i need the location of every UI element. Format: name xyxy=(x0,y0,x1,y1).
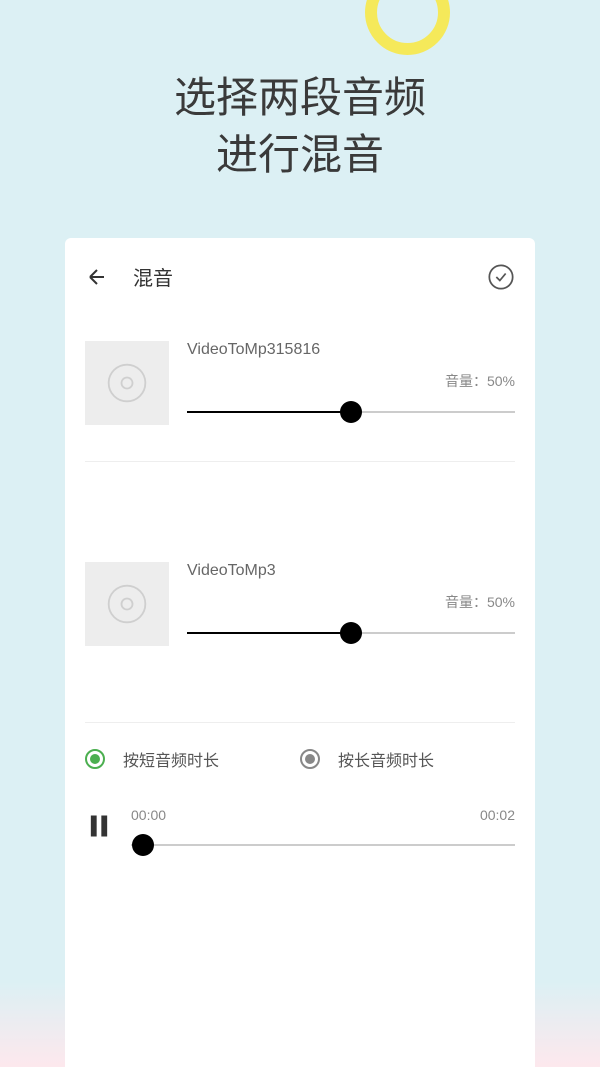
track-content: VideoToMp3 音量：50% xyxy=(187,562,515,646)
page-heading: 选择两段音频 进行混音 xyxy=(0,70,600,183)
total-time: 00:02 xyxy=(471,807,515,823)
track-name: VideoToMp3 xyxy=(187,562,515,580)
radio-label: 按长音频时长 xyxy=(338,747,434,771)
audio-track-2: VideoToMp3 音量：50% xyxy=(85,562,515,682)
volume-label: 音量：50% xyxy=(187,371,515,391)
radio-label: 按短音频时长 xyxy=(123,747,219,771)
app-window: 混音 VideoToMp315816 音量：50% xyxy=(65,238,535,1067)
heading-line-1: 选择两段音频 xyxy=(0,70,600,127)
track-content: VideoToMp315816 音量：50% xyxy=(187,341,515,425)
duration-mode-group: 按短音频时长 按长音频时长 xyxy=(85,722,515,771)
volume-label: 音量：50% xyxy=(187,592,515,612)
app-header: 混音 xyxy=(85,262,515,291)
confirm-button[interactable] xyxy=(487,263,515,291)
track-thumbnail xyxy=(85,341,169,425)
radio-icon xyxy=(85,749,105,769)
audio-player: 00:00 00:02 xyxy=(85,807,515,845)
screen-title: 混音 xyxy=(133,262,487,291)
radio-icon xyxy=(300,749,320,769)
duration-long-option[interactable]: 按长音频时长 xyxy=(300,747,515,771)
volume-slider[interactable] xyxy=(187,401,515,423)
track-name: VideoToMp315816 xyxy=(187,341,515,359)
track-thumbnail xyxy=(85,562,169,646)
audio-track-1: VideoToMp315816 音量：50% xyxy=(85,341,515,462)
pause-button[interactable] xyxy=(85,812,113,840)
current-time: 00:00 xyxy=(131,807,175,823)
volume-slider[interactable] xyxy=(187,622,515,644)
duration-short-option[interactable]: 按短音频时长 xyxy=(85,747,300,771)
back-arrow-icon[interactable] xyxy=(85,265,109,289)
heading-line-2: 进行混音 xyxy=(0,127,600,184)
decorative-circle xyxy=(365,0,450,55)
